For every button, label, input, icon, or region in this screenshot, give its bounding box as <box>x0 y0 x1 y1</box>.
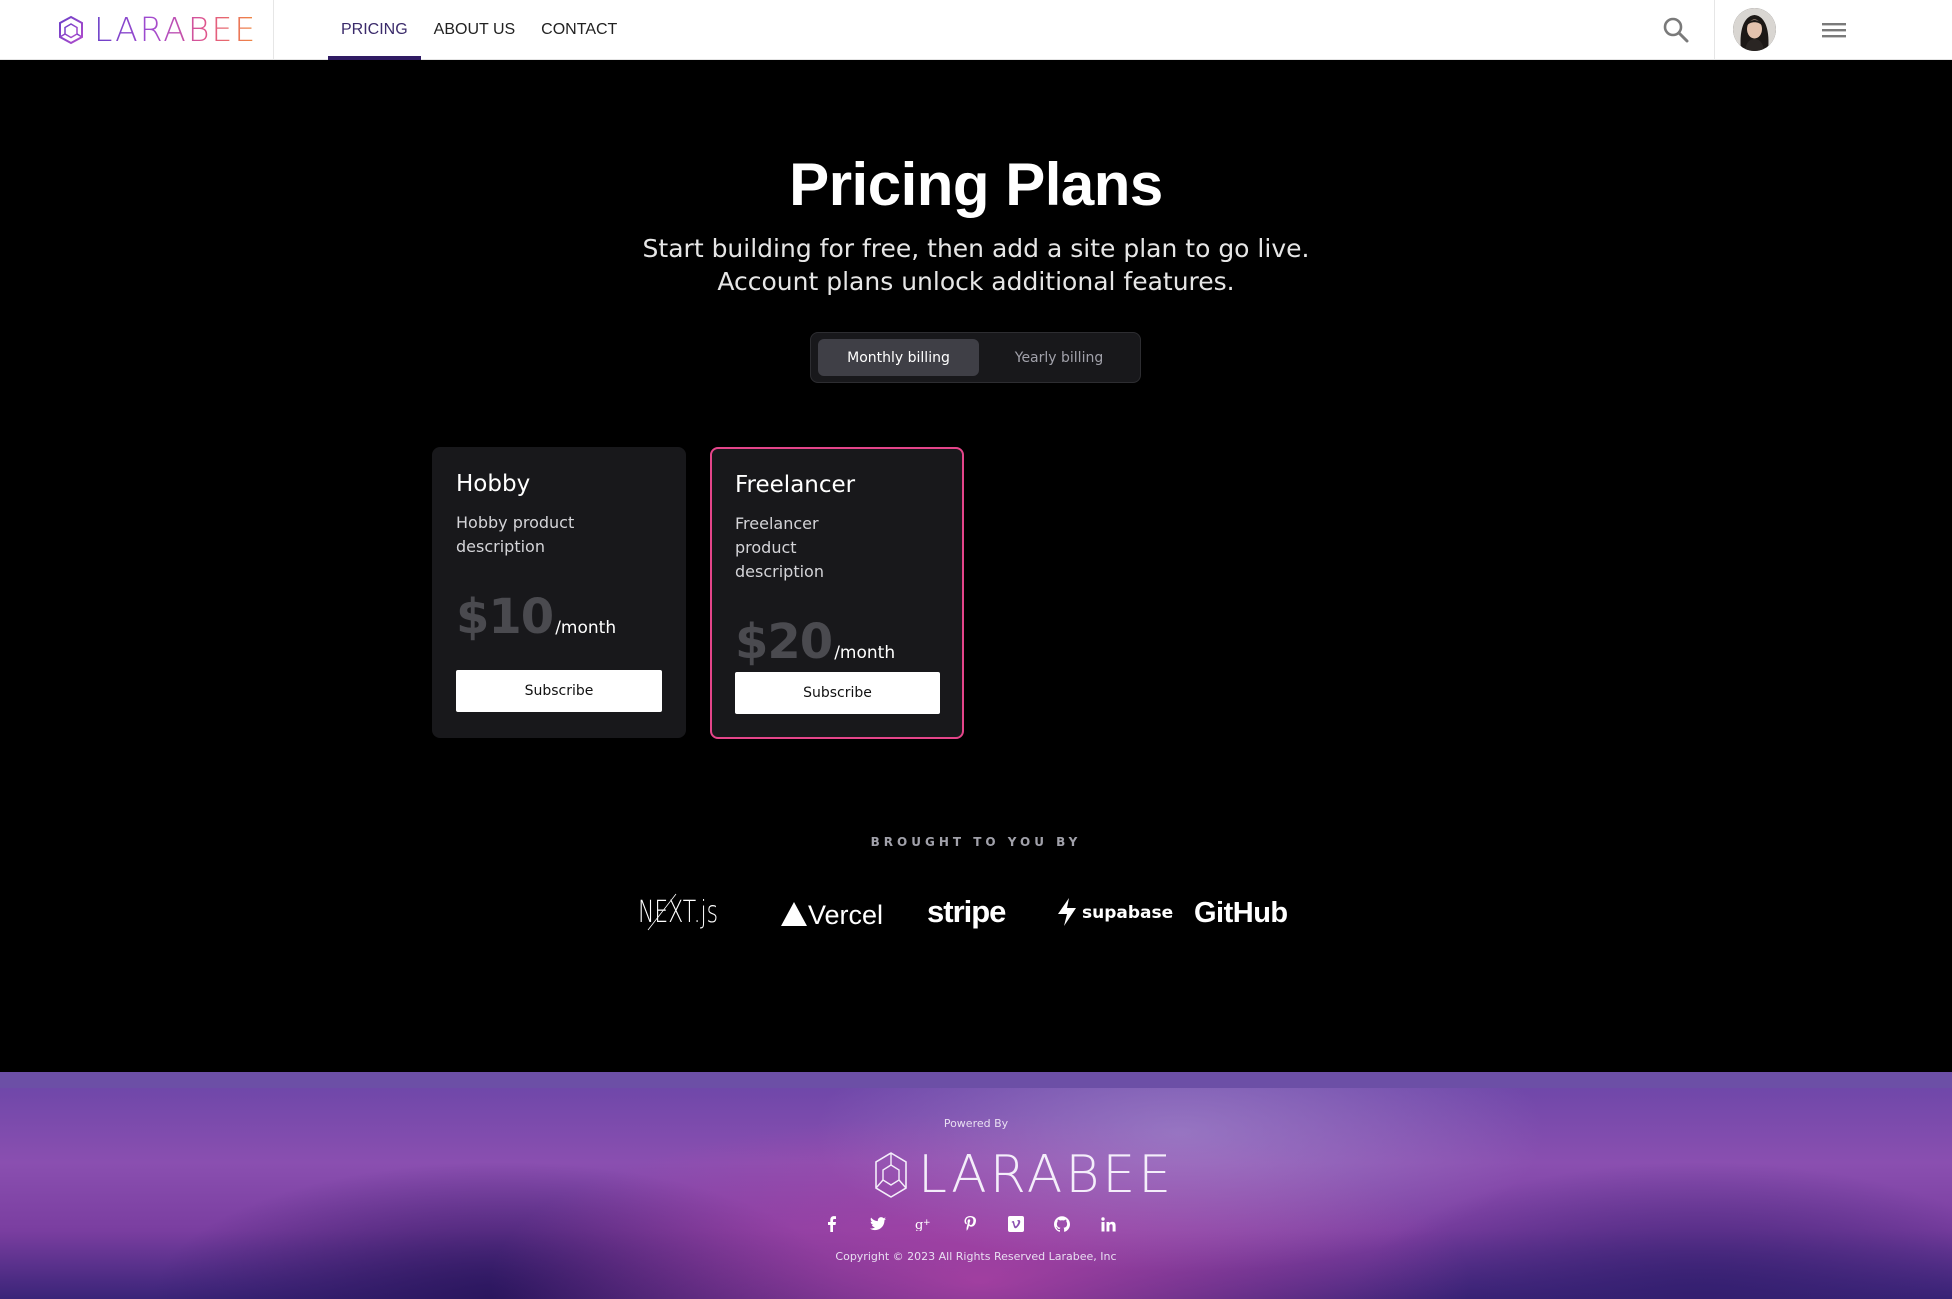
plan-period: /month <box>834 643 896 663</box>
header-divider-right <box>1714 0 1715 60</box>
pinterest-icon[interactable] <box>958 1212 982 1236</box>
github-logo[interactable]: GitHub <box>1194 892 1290 932</box>
plan-card-hobby: Hobby Hobby product description $10 /mon… <box>432 447 686 738</box>
plan-card-freelancer: Freelancer Freelancer product descriptio… <box>710 447 964 739</box>
copyright-text: Copyright © 2023 All Rights Reserved Lar… <box>835 1250 1117 1263</box>
plan-price: $10 <box>456 589 554 645</box>
svg-text:+: + <box>923 1218 931 1228</box>
avatar-portrait-icon <box>1733 8 1776 51</box>
search-icon <box>1663 17 1689 43</box>
github-icon[interactable] <box>1050 1212 1074 1236</box>
footer: Powered By LARABEE g + Copyright © 2023 … <box>0 1072 1952 1299</box>
sponsor-logos: NEXT.js Vercel stripe supabase GitHub <box>636 882 1296 942</box>
supabase-logo-text: supabase <box>1082 903 1173 923</box>
sponsors-heading: BROUGHT TO YOU BY <box>870 835 1082 849</box>
menu-button[interactable] <box>1820 17 1848 43</box>
nav-contact[interactable]: CONTACT <box>528 0 630 60</box>
vimeo-icon[interactable] <box>1004 1212 1028 1236</box>
subtitle-line-2: Account plans unlock additional features… <box>717 267 1235 296</box>
vercel-logo[interactable]: Vercel <box>779 894 895 930</box>
nav-pricing[interactable]: PRICING <box>328 0 421 60</box>
subscribe-button[interactable]: Subscribe <box>735 672 940 714</box>
hamburger-menu-icon <box>1822 23 1846 38</box>
header-divider <box>273 0 274 60</box>
larabee-logo-icon <box>875 1152 907 1198</box>
footer-brand-logo[interactable]: LARABEE <box>872 1147 1174 1203</box>
user-avatar[interactable] <box>1733 8 1776 51</box>
plan-name: Hobby <box>456 471 531 497</box>
monthly-billing-button[interactable]: Monthly billing <box>818 339 979 376</box>
nextjs-logo[interactable]: NEXT.js <box>636 888 722 936</box>
page-subtitle: Start building for free, then add a site… <box>0 232 1952 298</box>
plan-period: /month <box>555 618 617 638</box>
plan-description: Freelancer product description <box>735 514 824 581</box>
main-nav: PRICING ABOUT US CONTACT <box>328 0 630 60</box>
vercel-logo-text: Vercel <box>808 900 883 930</box>
search-button[interactable] <box>1660 14 1692 46</box>
plan-description: Hobby product description <box>456 513 575 556</box>
page-title: Pricing Plans <box>789 151 1163 218</box>
yearly-billing-button[interactable]: Yearly billing <box>983 339 1135 376</box>
plan-price-row: $20 /month <box>735 614 939 670</box>
stripe-logo[interactable]: stripe <box>927 892 1011 932</box>
social-links: g + <box>820 1212 1120 1236</box>
nav-about-us[interactable]: ABOUT US <box>421 0 529 60</box>
linkedin-icon[interactable] <box>1096 1212 1120 1236</box>
brand-logo[interactable]: LARABEE <box>56 12 257 48</box>
plan-price-row: $10 /month <box>456 589 662 645</box>
stripe-logo-text: stripe <box>927 894 1006 929</box>
facebook-icon[interactable] <box>820 1212 844 1236</box>
twitter-icon[interactable] <box>866 1212 890 1236</box>
powered-by-label: Powered By <box>943 1117 1009 1130</box>
larabee-logo-icon <box>59 15 83 45</box>
plan-price: $20 <box>735 614 833 670</box>
github-logo-text: GitHub <box>1194 897 1288 929</box>
footer-top-band <box>0 1072 1952 1088</box>
brand-name: LARABEE <box>94 10 258 49</box>
footer-brand-name: LARABEE <box>918 1145 1175 1205</box>
pricing-section: Pricing Plans Start building for free, t… <box>0 60 1952 1072</box>
supabase-logo[interactable]: supabase <box>1056 894 1176 930</box>
subscribe-button[interactable]: Subscribe <box>456 670 662 712</box>
plan-name: Freelancer <box>735 472 856 498</box>
top-navbar: LARABEE PRICING ABOUT US CONTACT <box>0 0 1952 60</box>
subtitle-line-1: Start building for free, then add a site… <box>642 234 1310 263</box>
nextjs-logo-text: NEXT.js <box>638 895 718 930</box>
google-plus-icon[interactable]: g + <box>912 1212 936 1236</box>
billing-toggle: Monthly billing Yearly billing <box>810 332 1141 383</box>
